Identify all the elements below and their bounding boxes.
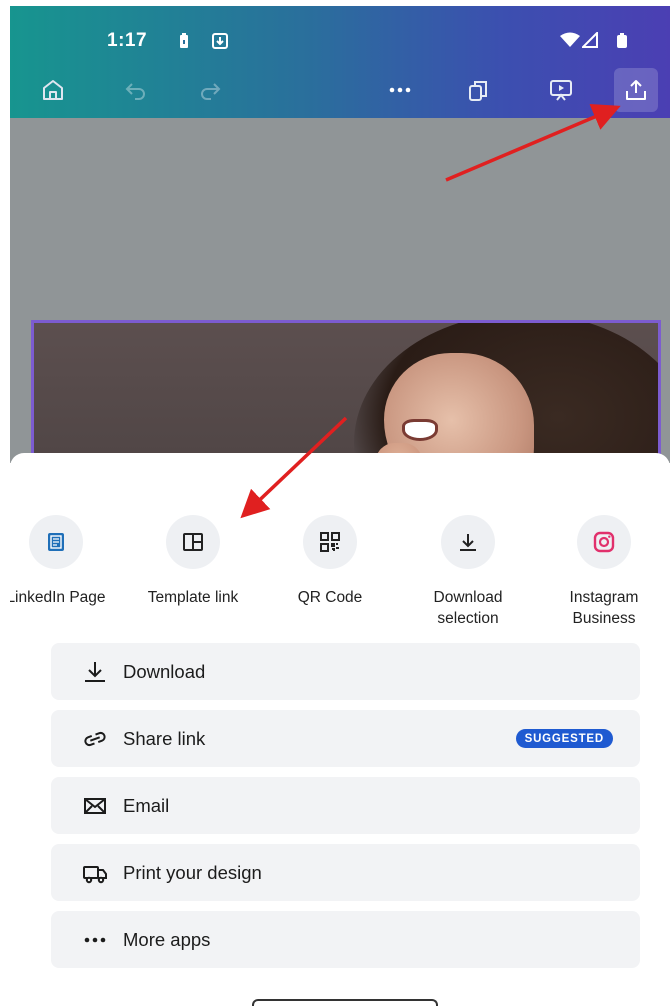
share-app-label: Template link xyxy=(147,589,239,606)
share-option-label: Share link xyxy=(123,727,206,749)
share-option-share-link[interactable]: Share link SUGGESTED xyxy=(51,710,640,767)
editor-toolbar xyxy=(10,68,670,112)
home-button[interactable] xyxy=(31,68,75,112)
share-app-label: QR Code xyxy=(297,589,363,606)
wifi-icon xyxy=(560,32,580,53)
home-icon xyxy=(43,80,63,100)
present-button[interactable] xyxy=(539,68,583,112)
share-app-qr-code[interactable]: QR Code xyxy=(270,515,390,608)
status-bar: 1:17 xyxy=(10,30,670,54)
signal-icon xyxy=(580,30,598,53)
battery-saver-icon xyxy=(178,32,190,55)
share-app-linkedin[interactable]: LinkedIn Page xyxy=(10,515,116,608)
share-options-list: Download Share link SUGGESTED Email Prin… xyxy=(51,643,640,978)
redo-button[interactable] xyxy=(188,68,232,112)
more-options-button[interactable] xyxy=(378,68,422,112)
share-app-instagram[interactable]: Instagram Business xyxy=(544,515,664,629)
share-upload-icon xyxy=(626,80,646,100)
share-option-download[interactable]: Download xyxy=(51,643,640,700)
redo-icon xyxy=(201,83,221,100)
undo-button[interactable] xyxy=(114,68,158,112)
pages-icon xyxy=(469,81,487,101)
template-link-icon xyxy=(166,515,220,569)
home-indicator xyxy=(252,999,438,1006)
share-app-label: Download selection xyxy=(433,589,503,627)
share-app-label: LinkedIn Page xyxy=(10,589,106,606)
share-option-print[interactable]: Print your design xyxy=(51,844,640,901)
share-app-label: Instagram Business xyxy=(569,589,639,627)
print-truck-icon xyxy=(82,860,108,886)
editor-header: 1:17 xyxy=(10,6,670,118)
undo-icon xyxy=(125,83,145,100)
share-app-download-selection[interactable]: Download selection xyxy=(408,515,528,629)
suggested-badge: SUGGESTED xyxy=(515,729,613,748)
download-icon xyxy=(441,515,495,569)
app-frame: 1:17 LinkedIn Page Template link QR Code… xyxy=(10,6,670,1006)
linkedin-page-icon xyxy=(29,515,83,569)
design-canvas[interactable] xyxy=(10,118,670,490)
share-option-label: Print your design xyxy=(123,861,262,883)
share-option-label: Download xyxy=(123,660,206,682)
share-sheet: LinkedIn Page Template link QR Code Down… xyxy=(10,453,670,1006)
more-dots-icon xyxy=(82,927,108,953)
share-option-label: Email xyxy=(123,794,170,816)
share-option-more-apps[interactable]: More apps xyxy=(51,911,640,968)
link-icon xyxy=(82,726,108,752)
share-apps-row: LinkedIn Page Template link QR Code Down… xyxy=(10,515,670,627)
email-icon xyxy=(82,793,108,819)
pages-button[interactable] xyxy=(457,68,501,112)
download-status-icon xyxy=(212,32,228,55)
status-time: 1:17 xyxy=(107,30,148,51)
photo-mouth xyxy=(402,419,438,441)
share-option-email[interactable]: Email xyxy=(51,777,640,834)
share-button[interactable] xyxy=(614,68,658,112)
battery-icon xyxy=(616,32,628,55)
share-app-template-link[interactable]: Template link xyxy=(133,515,253,608)
more-icon xyxy=(389,87,411,93)
instagram-icon xyxy=(577,515,631,569)
qr-code-icon xyxy=(303,515,357,569)
present-icon xyxy=(550,80,572,101)
download-icon xyxy=(82,659,108,685)
share-option-label: More apps xyxy=(123,928,211,950)
